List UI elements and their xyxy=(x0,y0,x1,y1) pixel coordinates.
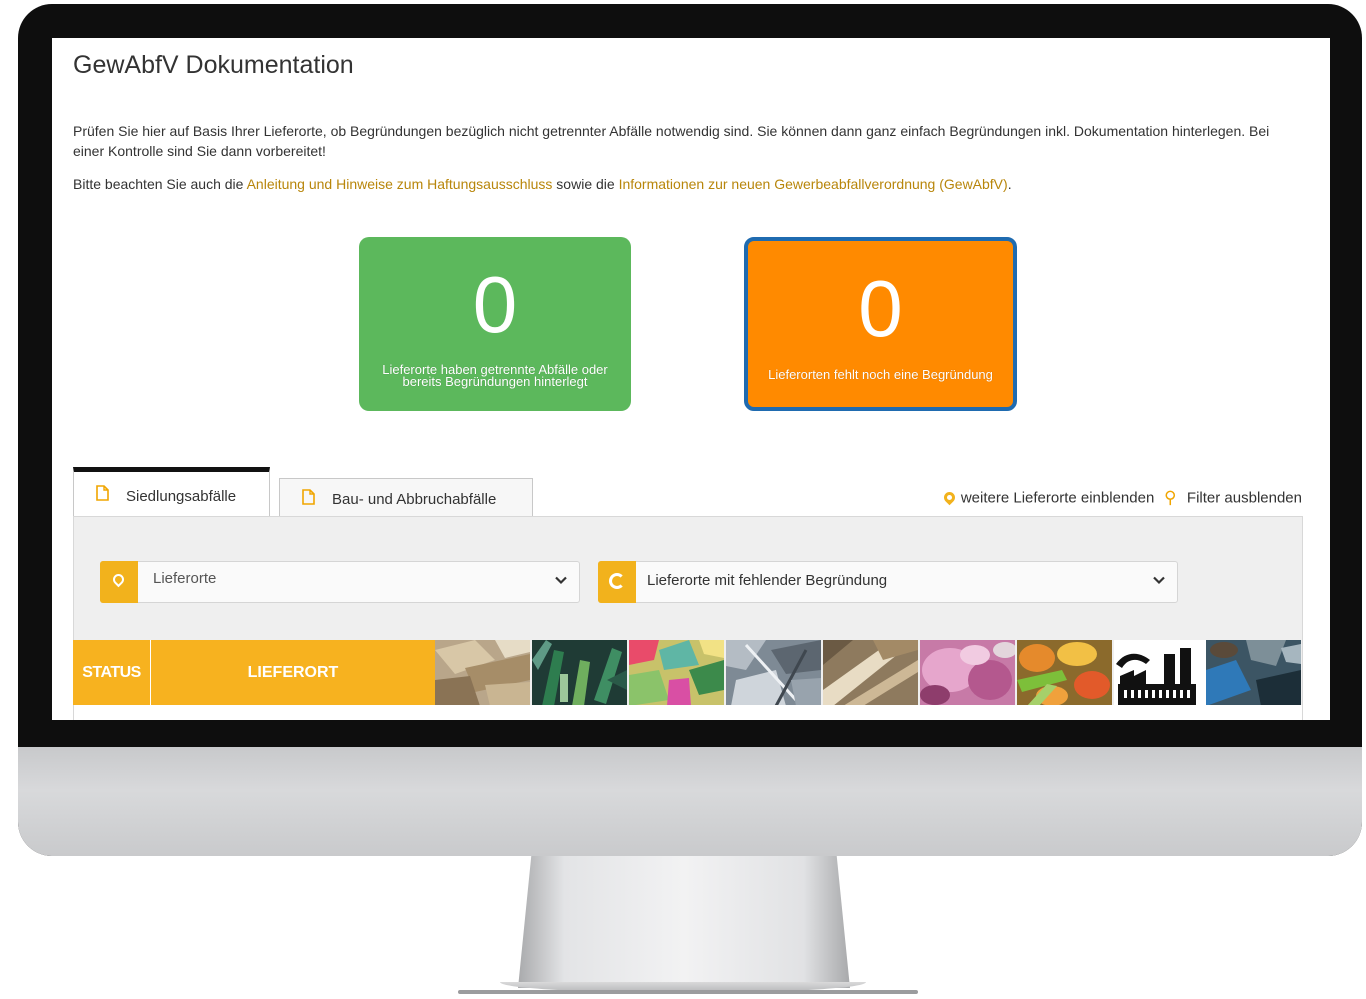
status-select[interactable]: Lieferorte mit fehlender Begründung xyxy=(598,561,1178,603)
notice-text: Bitte beachten Sie auch die Anleitung un… xyxy=(73,174,1288,194)
notice-suffix: . xyxy=(1007,176,1012,192)
document-icon xyxy=(302,489,315,509)
waste-textiles-image[interactable] xyxy=(920,640,1015,706)
map-pin-icon xyxy=(941,489,958,506)
location-select-placeholder: Lieferorte xyxy=(153,570,217,587)
tab-label: Bau- und Abbruchabfälle xyxy=(332,491,497,508)
waste-biowaste-image[interactable] xyxy=(1017,640,1112,706)
waste-mixed-image[interactable] xyxy=(1206,640,1301,706)
tab-label: Siedlungsabfälle xyxy=(126,488,237,505)
missing-count: 0 xyxy=(858,264,903,353)
search-icon: ⚲ xyxy=(1164,488,1177,507)
waste-plastics-image[interactable] xyxy=(629,640,724,706)
factory-icon[interactable] xyxy=(1114,640,1209,706)
tab-siedlungsabfaelle[interactable]: Siedlungsabfälle xyxy=(73,467,270,517)
waste-glass-image[interactable] xyxy=(532,640,627,706)
waste-metals-image[interactable] xyxy=(726,640,821,706)
monitor-stand xyxy=(518,856,850,988)
monitor-stand-foot xyxy=(458,990,918,994)
location-select[interactable]: Lieferorte xyxy=(100,561,580,603)
screen: GewAbfV Dokumentation Prüfen Sie hier au… xyxy=(52,38,1330,720)
separated-locations-tile[interactable]: 0 Lieferorte haben getrennte Abfälle ode… xyxy=(359,237,631,411)
location-column-header[interactable]: LIEFERORT xyxy=(151,640,435,706)
missing-justification-tile[interactable]: 0 Lieferorten fehlt noch eine Begründung xyxy=(744,237,1017,411)
toolbar-links: weitere Lieferorte einblenden ⚲ Filter au… xyxy=(941,488,1302,508)
map-pin-icon xyxy=(100,561,138,603)
document-icon xyxy=(96,485,109,505)
separated-label: Lieferorte haben getrennte Abfälle oder … xyxy=(382,362,608,389)
monitor-chin xyxy=(18,747,1362,856)
disclaimer-link[interactable]: Anleitung und Hinweise zum Haftungsaussc… xyxy=(247,176,553,192)
hide-filter-link[interactable]: ⚲ Filter ausblenden xyxy=(1158,488,1302,507)
waste-wood-image[interactable] xyxy=(823,640,918,706)
filter-panel: Lieferorte Lieferorte mit fehlender Begr… xyxy=(73,516,1303,720)
show-more-locations-link[interactable]: weitere Lieferorte einblenden xyxy=(941,489,1155,507)
regulation-info-link[interactable]: Informationen zur neuen Gewerbeabfallver… xyxy=(619,176,1008,192)
page-title: GewAbfV Dokumentation xyxy=(73,51,354,79)
waste-paper-cardboard-image[interactable] xyxy=(435,640,530,706)
notice-prefix: Bitte beachten Sie auch die xyxy=(73,176,247,192)
show-more-label: weitere Lieferorte einblenden xyxy=(960,489,1155,507)
tab-bau-abbruchabfaelle[interactable]: Bau- und Abbruchabfälle xyxy=(279,478,533,517)
separated-count: 0 xyxy=(472,260,518,349)
chevron-down-icon xyxy=(1153,572,1165,589)
table-header: STATUS LIEFERORT xyxy=(73,640,1303,706)
hide-filter-label: Filter ausblenden xyxy=(1186,489,1302,507)
refresh-icon xyxy=(598,561,636,603)
notice-middle: sowie die xyxy=(552,176,619,192)
missing-label: Lieferorten fehlt noch eine Begründung xyxy=(768,367,993,382)
status-column-header[interactable]: STATUS xyxy=(73,640,151,706)
table-body-area xyxy=(73,705,1303,720)
status-select-value: Lieferorte mit fehlender Begründung xyxy=(647,572,888,589)
intro-text: Prüfen Sie hier auf Basis Ihrer Lieferor… xyxy=(73,123,1270,159)
chevron-down-icon xyxy=(555,572,567,589)
